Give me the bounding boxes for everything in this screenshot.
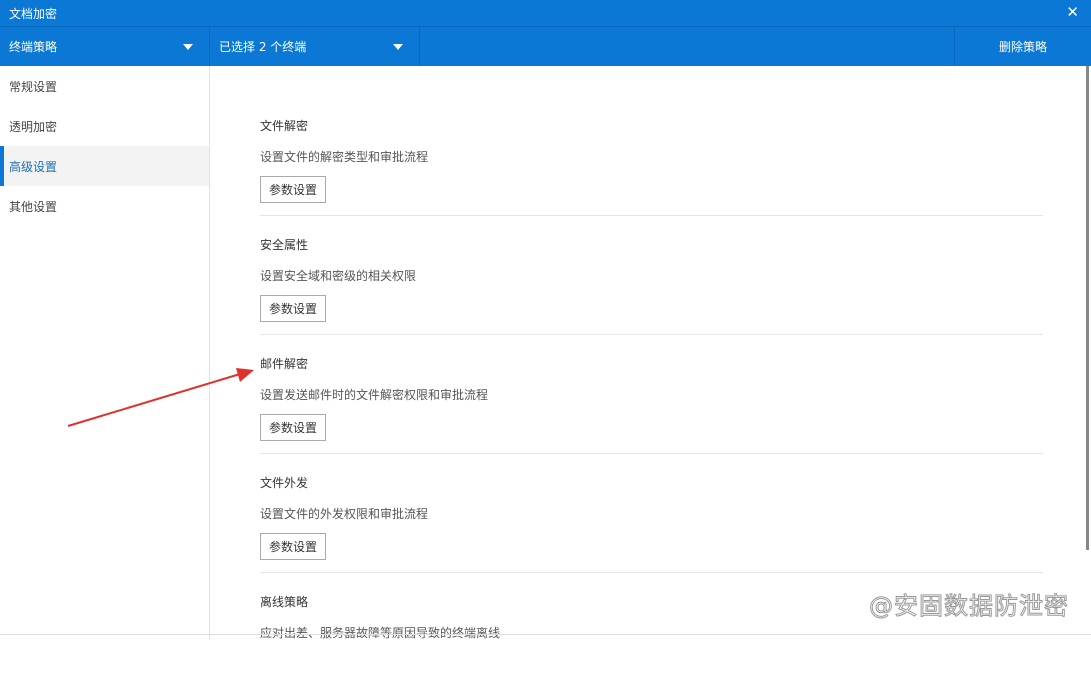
red-arrow-annotation xyxy=(67,368,254,427)
